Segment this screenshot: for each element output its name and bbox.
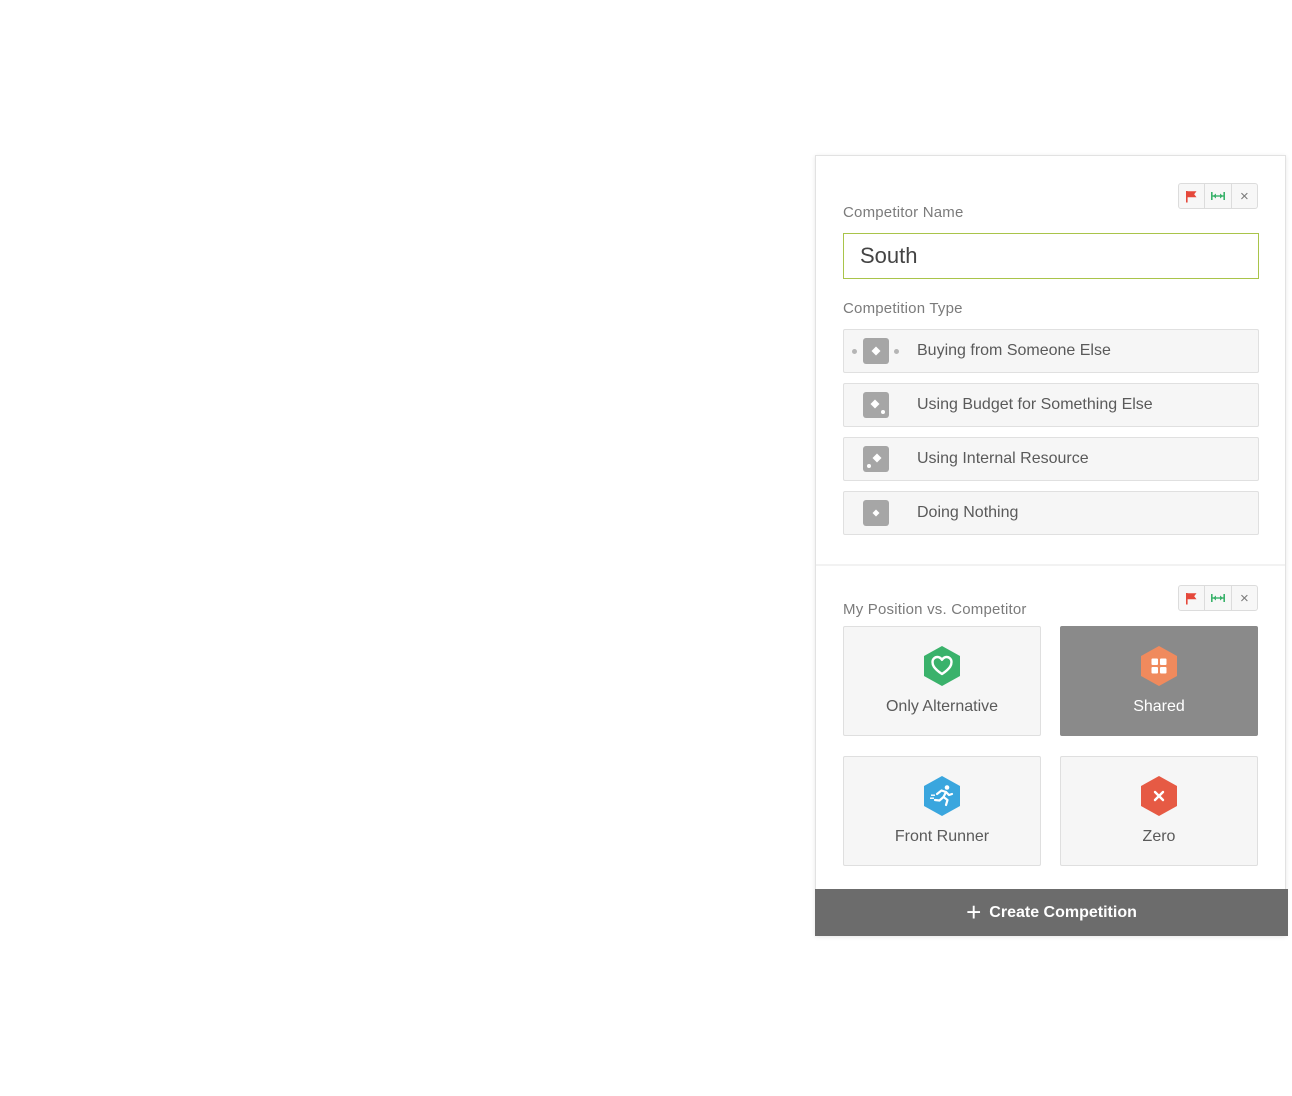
position-option-label: Front Runner xyxy=(894,828,990,845)
competition-type-list: Buying from Someone Else Using Budget fo… xyxy=(843,329,1259,545)
type-option-buying-from-someone-else[interactable]: Buying from Someone Else xyxy=(843,329,1259,373)
position-option-front-runner[interactable]: Front Runner xyxy=(843,756,1041,866)
type-option-using-budget[interactable]: Using Budget for Something Else xyxy=(843,383,1259,427)
type-option-label: Buying from Someone Else xyxy=(917,342,1111,359)
grid-icon xyxy=(1139,645,1179,687)
position-option-only-alternative[interactable]: Only Alternative xyxy=(843,626,1041,736)
resize-button[interactable] xyxy=(1205,184,1232,208)
position-option-label: Shared xyxy=(1133,698,1185,715)
heart-icon xyxy=(922,645,962,687)
close-button[interactable]: × xyxy=(1232,184,1257,208)
runner-icon xyxy=(922,775,962,817)
type-option-doing-nothing[interactable]: Doing Nothing xyxy=(843,491,1259,535)
close-button[interactable]: × xyxy=(1232,586,1257,610)
diamond-icon xyxy=(863,500,889,526)
type-option-label: Using Budget for Something Else xyxy=(917,396,1153,413)
diamond-corner-bl-icon xyxy=(863,446,889,472)
type-option-label: Doing Nothing xyxy=(917,504,1019,521)
flag-icon xyxy=(1186,190,1197,202)
position-option-zero[interactable]: Zero xyxy=(1060,756,1258,866)
type-option-using-internal-resource[interactable]: Using Internal Resource xyxy=(843,437,1259,481)
diamond-center-icon xyxy=(863,338,889,364)
plus-icon: + xyxy=(966,896,982,927)
create-competition-label: Create Competition xyxy=(989,903,1137,921)
resize-icon xyxy=(1210,594,1225,602)
position-option-shared[interactable]: Shared xyxy=(1060,626,1258,736)
close-icon: × xyxy=(1239,187,1249,205)
flag-icon xyxy=(1186,592,1197,604)
type-option-label: Using Internal Resource xyxy=(917,450,1089,467)
selected-dot-left xyxy=(852,349,857,354)
x-icon xyxy=(1139,775,1179,817)
position-label: My Position vs. Competitor xyxy=(843,601,1027,618)
competition-type-label: Competition Type xyxy=(843,300,963,317)
section-toolbar: × xyxy=(1178,183,1258,209)
competition-form-panel: × Competitor Name Competition Type Buyin… xyxy=(815,155,1288,936)
position-section: × My Position vs. Competitor Only Altern… xyxy=(816,566,1285,891)
competitor-name-label: Competitor Name xyxy=(843,204,964,221)
flag-button[interactable] xyxy=(1179,184,1206,208)
position-option-label: Zero xyxy=(1142,828,1176,845)
diamond-corner-br-icon xyxy=(863,392,889,418)
competitor-name-input[interactable] xyxy=(843,233,1259,279)
competitor-section: × Competitor Name Competition Type Buyin… xyxy=(816,156,1285,564)
flag-button[interactable] xyxy=(1179,586,1206,610)
close-icon: × xyxy=(1239,589,1249,607)
selected-dot-right xyxy=(894,349,899,354)
resize-icon xyxy=(1210,192,1225,200)
create-competition-button[interactable]: + Create Competition xyxy=(815,889,1288,936)
resize-button[interactable] xyxy=(1205,586,1232,610)
section-toolbar: × xyxy=(1178,585,1258,611)
position-option-label: Only Alternative xyxy=(885,698,999,715)
